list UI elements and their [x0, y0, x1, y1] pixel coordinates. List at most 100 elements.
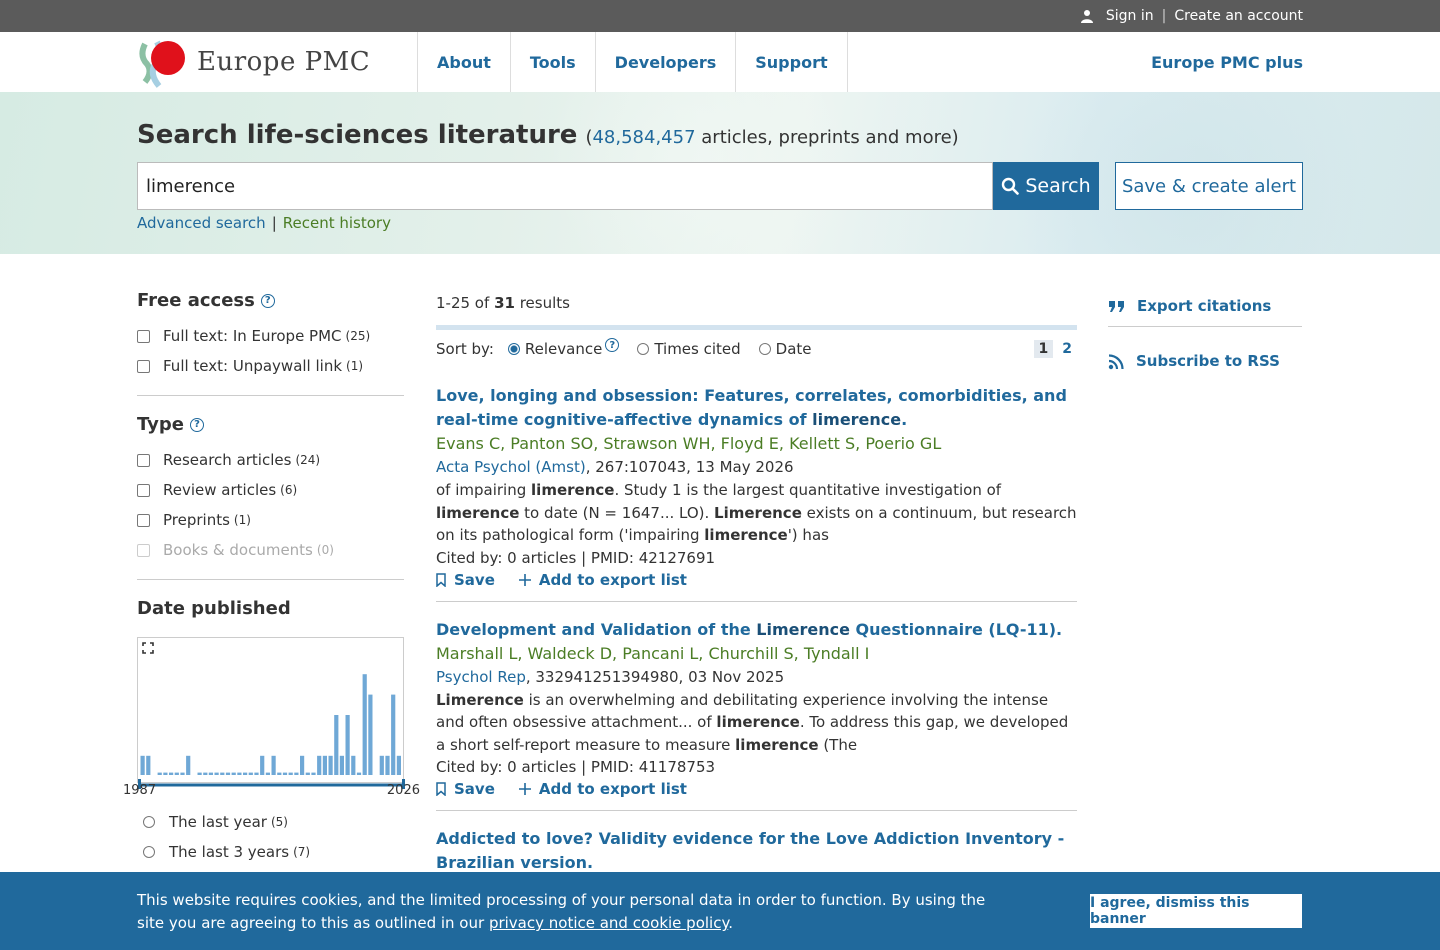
journal-link[interactable]: Acta Psychol (Amst): [436, 458, 586, 476]
radio-button[interactable]: [143, 816, 155, 828]
histogram-bar[interactable]: [180, 772, 185, 775]
histogram-bar[interactable]: [271, 755, 276, 775]
histogram-bar[interactable]: [396, 755, 401, 775]
histogram-bar[interactable]: [146, 755, 151, 775]
histogram-bar[interactable]: [294, 772, 299, 775]
export-citations-link[interactable]: Export citations: [1108, 290, 1302, 322]
histogram-bar[interactable]: [317, 755, 322, 775]
sort-relevance[interactable]: Relevance ?: [507, 338, 620, 358]
result-cited: Cited by: 0 articles | PMID: 41178753: [436, 758, 716, 776]
histogram-bar[interactable]: [391, 694, 396, 775]
sort-date[interactable]: Date: [758, 340, 812, 358]
histogram-bar[interactable]: [288, 772, 293, 775]
histogram-bar[interactable]: [362, 674, 367, 775]
histogram-bar[interactable]: [203, 772, 208, 775]
histogram-bar[interactable]: [356, 772, 362, 775]
date-histogram[interactable]: [137, 637, 405, 789]
privacy-policy-link[interactable]: privacy notice and cookie policy: [489, 914, 728, 932]
add-to-export-button[interactable]: Add to export list: [518, 571, 687, 589]
result-title[interactable]: Addicted to love? Validity evidence for …: [436, 827, 1077, 875]
histogram-bar[interactable]: [385, 755, 390, 775]
result-suffix: results: [519, 294, 570, 312]
search-button[interactable]: Search: [993, 162, 1099, 210]
filter-count: (1): [233, 513, 251, 527]
help-icon[interactable]: ?: [605, 338, 620, 352]
histogram-bar[interactable]: [214, 772, 219, 775]
save-button[interactable]: Save: [436, 571, 495, 589]
journal-link[interactable]: Psychol Rep: [436, 668, 526, 686]
date-option-last-year[interactable]: The last year (5): [143, 807, 404, 837]
create-account-link[interactable]: Create an account: [1174, 8, 1303, 24]
histogram-bar[interactable]: [231, 772, 236, 775]
histogram-bar[interactable]: [339, 755, 344, 775]
histogram-bar[interactable]: [174, 772, 179, 775]
advanced-search-link[interactable]: Advanced search: [137, 214, 266, 232]
filter-unpaywall-link[interactable]: Full text: Unpaywall link (1): [137, 351, 404, 381]
result-title[interactable]: Love, longing and obsession: Features, c…: [436, 384, 1077, 432]
histogram-bar[interactable]: [260, 755, 265, 775]
checkbox[interactable]: [137, 329, 150, 343]
histogram-bar[interactable]: [186, 755, 191, 775]
filter-full-text-europe-pmc[interactable]: Full text: In Europe PMC (25): [137, 321, 404, 351]
radio-button[interactable]: [758, 343, 771, 355]
histogram-bar[interactable]: [300, 755, 305, 775]
filter-label: Books & documents: [163, 541, 313, 559]
filter-review-articles[interactable]: Review articles (6): [137, 475, 404, 505]
histogram-bar[interactable]: [328, 755, 333, 775]
histogram-bar[interactable]: [243, 772, 248, 775]
histogram-bar[interactable]: [265, 772, 270, 775]
histogram-bar[interactable]: [351, 755, 356, 775]
histogram-bar[interactable]: [157, 772, 162, 775]
help-icon[interactable]: ?: [260, 293, 275, 308]
sign-in-link[interactable]: Sign in: [1106, 8, 1154, 24]
histogram-bar[interactable]: [248, 772, 253, 775]
europe-pmc-plus-link[interactable]: Europe PMC plus: [1151, 32, 1303, 92]
save-create-alert-button[interactable]: Save & create alert: [1115, 162, 1303, 210]
title-text-end: Questionnaire (LQ-11).: [855, 619, 1063, 639]
histogram-bar[interactable]: [220, 772, 225, 775]
help-icon[interactable]: ?: [189, 417, 204, 432]
filter-research-articles[interactable]: Research articles (24): [137, 445, 404, 475]
nav-about[interactable]: About: [418, 32, 511, 92]
histogram-bar[interactable]: [277, 772, 282, 775]
subscribe-rss-link[interactable]: Subscribe to RSS: [1108, 345, 1302, 377]
search-input[interactable]: limerence: [137, 162, 993, 210]
checkbox[interactable]: [137, 513, 150, 527]
histogram-bar[interactable]: [334, 715, 339, 775]
histogram-bar[interactable]: [163, 772, 168, 775]
save-button[interactable]: Save: [436, 780, 495, 798]
histogram-bar[interactable]: [208, 772, 213, 775]
dismiss-banner-button[interactable]: I agree, dismiss this banner: [1090, 894, 1302, 928]
histogram-bar[interactable]: [311, 772, 316, 775]
filter-preprints[interactable]: Preprints (1): [137, 505, 404, 535]
recent-history-link[interactable]: Recent history: [283, 214, 391, 232]
histogram-bar[interactable]: [379, 755, 384, 775]
histogram-bar[interactable]: [140, 755, 145, 775]
europe-pmc-logo[interactable]: Europe PMC: [137, 32, 417, 92]
histogram-bar[interactable]: [368, 694, 373, 775]
nav-developers[interactable]: Developers: [596, 32, 737, 92]
checkbox[interactable]: [137, 453, 150, 467]
histogram-bar[interactable]: [305, 772, 310, 775]
radio-button[interactable]: [637, 343, 650, 355]
histogram-bar[interactable]: [169, 772, 174, 775]
histogram-bar[interactable]: [254, 772, 259, 775]
article-count: (48,584,457 articles, preprints and more…: [585, 127, 958, 148]
checkbox[interactable]: [137, 359, 150, 373]
page-link[interactable]: 2: [1057, 340, 1077, 358]
histogram-bar[interactable]: [322, 755, 327, 775]
checkbox[interactable]: [137, 483, 150, 497]
histogram-bar[interactable]: [225, 772, 231, 775]
radio-button[interactable]: [143, 846, 155, 858]
sort-times-cited[interactable]: Times cited: [637, 340, 741, 358]
nav-tools[interactable]: Tools: [511, 32, 596, 92]
nav-support[interactable]: Support: [736, 32, 848, 92]
radio-button[interactable]: [507, 343, 520, 355]
histogram-bar[interactable]: [282, 772, 288, 775]
add-to-export-button[interactable]: Add to export list: [518, 780, 687, 798]
histogram-bar[interactable]: [197, 772, 202, 775]
result-title[interactable]: Development and Validation of the Limere…: [436, 618, 1077, 642]
date-option-last-3-years[interactable]: The last 3 years (7): [143, 837, 404, 867]
histogram-bar[interactable]: [237, 772, 242, 775]
histogram-bar[interactable]: [345, 715, 350, 775]
